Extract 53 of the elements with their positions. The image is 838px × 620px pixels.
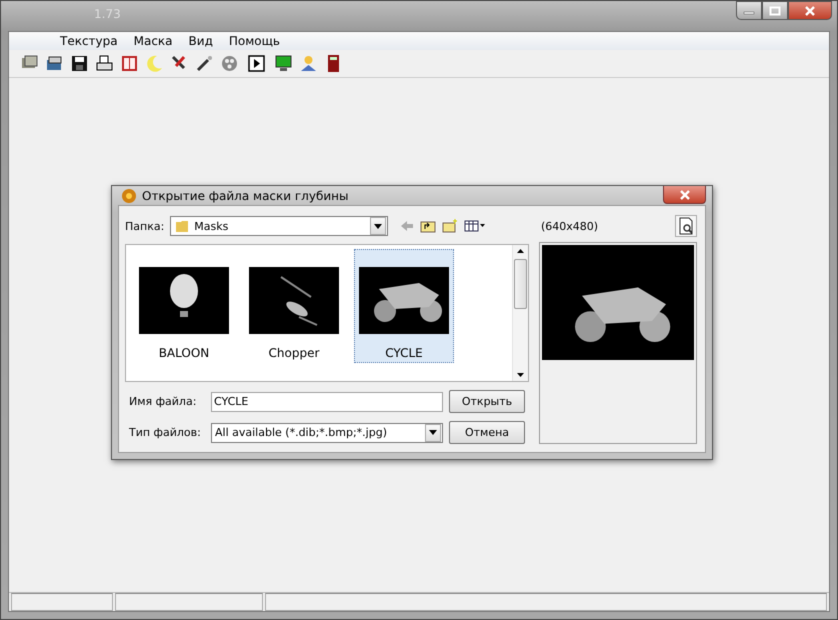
preview-button[interactable]: [675, 215, 697, 237]
dropdown-arrow-icon: [374, 224, 382, 228]
file-item[interactable]: BALOON: [134, 249, 234, 363]
toolbar-button[interactable]: [273, 53, 293, 74]
dialog-title: Открытие файла маски глубины: [142, 188, 350, 202]
field-label: Тип файлов:: [129, 426, 202, 439]
dropdown-arrow-icon: [429, 430, 437, 435]
play-icon: [246, 54, 266, 73]
up-folder-button[interactable]: [420, 219, 436, 233]
view-grid-icon: [464, 220, 486, 232]
magnifier-page-icon: [677, 217, 695, 235]
menu-item[interactable]: Маска: [132, 34, 174, 48]
filename-field[interactable]: CYCLE: [211, 392, 443, 412]
open-icon: [44, 54, 64, 73]
file-type-dropdown[interactable]: All available (*.dib;*.bmp;*.jpg): [211, 422, 443, 442]
file-item[interactable]: CYCLE: [354, 249, 454, 363]
minimize-button[interactable]: [736, 1, 762, 20]
toolbar-button[interactable]: [69, 53, 89, 74]
folder-icon: [174, 218, 190, 234]
app-icon: [121, 188, 137, 204]
field-label: Имя файла:: [129, 395, 198, 408]
wand-icon: [194, 54, 214, 73]
close-icon: [804, 6, 816, 16]
open-button[interactable]: Открыть: [449, 390, 525, 413]
cancel-button[interactable]: Отмена: [449, 421, 525, 444]
new-folder-icon: [442, 219, 458, 233]
scroll-up-icon: [517, 249, 524, 253]
up-folder-icon: [420, 219, 436, 233]
maximize-icon: [769, 6, 781, 16]
scrollbar[interactable]: [512, 245, 528, 381]
print-icon: [94, 54, 114, 73]
folder-dropdown[interactable]: Masks: [170, 216, 388, 236]
menu-item[interactable]: Текстура: [59, 34, 119, 48]
film-icon: [120, 54, 138, 73]
close-icon: [678, 190, 690, 200]
scroll-down-icon: [517, 373, 524, 377]
save-icon: [70, 54, 88, 73]
toolbar-button[interactable]: [246, 53, 266, 74]
close-button[interactable]: [663, 186, 706, 204]
reel-icon: [220, 54, 238, 73]
field-label: Папка:: [125, 220, 164, 232]
image-size-label: (640x480): [540, 220, 598, 232]
menu-item[interactable]: Вид: [188, 34, 214, 48]
close-button[interactable]: [788, 1, 832, 20]
moon-icon: [144, 54, 164, 73]
monitor-icon: [274, 54, 292, 73]
view-menu-button[interactable]: [464, 220, 486, 232]
menu-item[interactable]: Помощь: [228, 34, 281, 48]
new-folder-button[interactable]: [442, 219, 458, 233]
maximize-button[interactable]: [762, 1, 788, 20]
back-arrow-icon: [400, 220, 414, 232]
file-item[interactable]: Chopper: [244, 249, 344, 363]
toolbar-button[interactable]: [194, 53, 214, 74]
